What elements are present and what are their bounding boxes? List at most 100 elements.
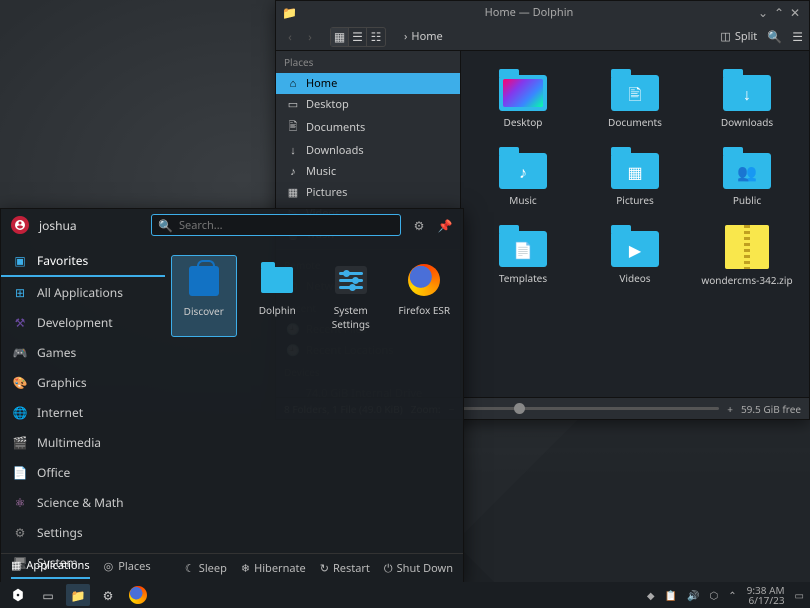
app-label: Dolphin	[259, 303, 296, 317]
file-grid[interactable]: Desktop🖹Documents↓Downloads ♪Music▦Pictur…	[461, 51, 809, 397]
task-settings[interactable]: ⚙	[96, 584, 120, 606]
place-item-pictures[interactable]: ▦Pictures	[276, 182, 460, 203]
hibernate-button[interactable]: ❄Hibernate	[241, 561, 306, 576]
nav-buttons: ‹ ›	[282, 28, 318, 45]
search-box[interactable]: 🔍	[151, 214, 401, 236]
net-icon: 🌐	[11, 403, 29, 421]
breadcrumb[interactable]: › Home	[404, 29, 443, 44]
category-internet[interactable]: 🌐Internet	[1, 397, 165, 427]
place-item-documents[interactable]: 🖹Documents	[276, 115, 460, 140]
file-videos[interactable]: ▶ Videos	[585, 225, 685, 287]
dolphin-titlebar[interactable]: 📁 Home — Dolphin ⌄ ⌃ ✕	[276, 1, 809, 23]
category-graphics[interactable]: 🎨Graphics	[1, 367, 165, 397]
clock[interactable]: 9:38 AM 6/17/23	[747, 585, 785, 605]
moon-icon: ☾	[185, 561, 195, 576]
place-item-downloads[interactable]: ↓Downloads	[276, 140, 460, 161]
filter-icon[interactable]: ⚙	[411, 217, 427, 234]
place-item-home[interactable]: ⌂Home	[276, 73, 460, 94]
file-documents[interactable]: 🖹Documents	[585, 69, 685, 129]
tray-clipboard-icon[interactable]: 📋	[665, 588, 677, 602]
sleep-button[interactable]: ☾Sleep	[185, 561, 227, 576]
user-avatar[interactable]	[11, 216, 29, 234]
category-settings[interactable]: ⚙Settings	[1, 517, 165, 547]
folder-icon: ♪	[499, 147, 547, 189]
hamburger-menu-icon[interactable]: ☰	[792, 28, 803, 45]
category-favorites[interactable]: ▣Favorites	[1, 245, 165, 277]
category-office[interactable]: 📄Office	[1, 457, 165, 487]
category-multimedia[interactable]: 🎬Multimedia	[1, 427, 165, 457]
app-system-settings[interactable]: System Settings	[318, 255, 384, 337]
gfx-icon: 🎨	[11, 373, 29, 391]
firefox-icon	[129, 586, 147, 604]
show-desktop-button[interactable]: ▭	[795, 588, 804, 602]
place-icon: ↓	[286, 143, 300, 158]
place-icon: ▦	[286, 185, 300, 200]
task-dolphin[interactable]: 📁	[66, 584, 90, 606]
restart-icon: ↻	[320, 561, 329, 576]
file-templates[interactable]: 📄Templates	[473, 225, 573, 287]
file-public[interactable]: 👥Public	[697, 147, 797, 207]
folder-icon: ▶	[611, 225, 659, 267]
zoom-in-button[interactable]: +	[727, 402, 733, 416]
file-downloads[interactable]: ↓Downloads	[697, 69, 797, 129]
launcher-button[interactable]	[6, 584, 30, 606]
tab-places[interactable]: ◎ Places	[104, 559, 151, 578]
file-label: Videos	[619, 271, 650, 285]
category-games[interactable]: 🎮Games	[1, 337, 165, 367]
place-icon: 🖹	[286, 118, 300, 137]
minimize-button[interactable]: ⌄	[755, 4, 771, 21]
category-science-&-math[interactable]: ⚛Science & Math	[1, 487, 165, 517]
pin-icon[interactable]: 📌	[437, 217, 453, 234]
maximize-button[interactable]: ⌃	[771, 4, 787, 21]
folder-icon: 👥	[723, 147, 771, 189]
launcher-header: joshua 🔍 ⚙ 📌	[1, 209, 463, 241]
file-desktop[interactable]: Desktop	[473, 69, 573, 129]
username: joshua	[39, 217, 77, 234]
task-firefox[interactable]	[126, 584, 150, 606]
search-input[interactable]	[179, 218, 394, 233]
app-dolphin[interactable]: Dolphin	[245, 255, 311, 337]
zip-icon	[725, 225, 769, 269]
back-button[interactable]: ‹	[282, 28, 298, 45]
shutdown-button[interactable]: ⏻Shut Down	[384, 561, 453, 576]
search-icon: 🔍	[158, 217, 173, 234]
split-button[interactable]: ◫ Split	[720, 29, 757, 44]
restart-button[interactable]: ↻Restart	[320, 561, 370, 576]
zoom-slider[interactable]	[462, 407, 719, 410]
app-discover[interactable]: Discover	[171, 255, 237, 337]
place-item-music[interactable]: ♪Music	[276, 161, 460, 182]
file-wondercms-342-zip[interactable]: wondercms-342.zip	[697, 225, 797, 287]
launcher-footer: ▦ Applications ◎ Places ☾Sleep ❄Hibernat…	[1, 553, 463, 583]
file-pictures[interactable]: ▦Pictures	[585, 147, 685, 207]
app-label: Discover	[184, 304, 224, 318]
tab-applications[interactable]: ▦ Applications	[11, 558, 90, 579]
icon-view-button[interactable]: ▦	[331, 28, 349, 46]
category-all-applications[interactable]: ⊞All Applications	[1, 277, 165, 307]
app-label: Firefox ESR	[398, 303, 450, 317]
tray-network-icon[interactable]: ⬡	[710, 588, 719, 602]
category-list: ▣Favorites⊞All Applications⚒Development🎮…	[1, 241, 165, 553]
category-development[interactable]: ⚒Development	[1, 307, 165, 337]
file-music[interactable]: ♪Music	[473, 147, 573, 207]
tray-volume-icon[interactable]: 🔊	[687, 588, 699, 602]
folder-icon	[261, 267, 293, 293]
window-title: Home — Dolphin	[303, 5, 755, 20]
place-item-desktop[interactable]: ▭Desktop	[276, 94, 460, 115]
search-icon[interactable]: 🔍	[767, 28, 782, 45]
forward-button[interactable]: ›	[302, 28, 318, 45]
folder-icon: ▦	[611, 147, 659, 189]
tray-updates-icon[interactable]: ◆	[647, 588, 655, 602]
application-launcher: joshua 🔍 ⚙ 📌 ▣Favorites⊞All Applications…	[0, 208, 464, 584]
tray-chevron-icon[interactable]: ⌃	[728, 588, 736, 602]
detail-view-button[interactable]: ☷	[367, 28, 385, 46]
free-space: 59.5 GiB free	[741, 402, 801, 416]
breadcrumb-home[interactable]: Home	[411, 29, 442, 44]
file-label: Templates	[499, 271, 547, 285]
app-firefox-esr[interactable]: Firefox ESR	[392, 255, 458, 337]
app-label: System Settings	[320, 303, 382, 331]
compact-view-button[interactable]: ☰	[349, 28, 367, 46]
place-icon: ⌂	[286, 76, 300, 91]
close-button[interactable]: ✕	[787, 4, 803, 21]
task-desktop[interactable]: ▭	[36, 584, 60, 606]
folder-icon: ↓	[723, 69, 771, 111]
